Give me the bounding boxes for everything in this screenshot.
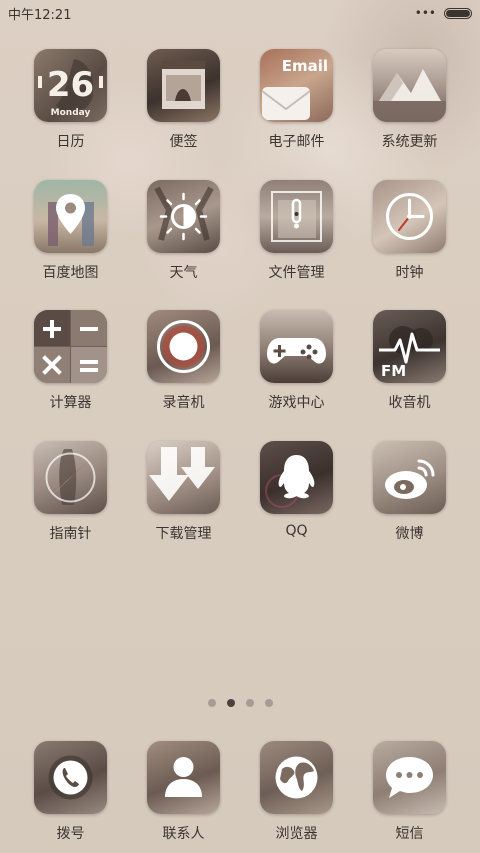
app-label: 指南针 xyxy=(49,526,92,542)
app-notes[interactable]: 便签 xyxy=(127,49,240,151)
radio-text: FM xyxy=(381,362,406,380)
qq-penguin-icon xyxy=(260,441,333,514)
app-label: QQ xyxy=(285,523,308,539)
calculator-icon xyxy=(34,310,107,383)
app-calculator[interactable]: 计算器 xyxy=(14,310,127,412)
app-label: 拨号 xyxy=(56,826,85,842)
app-label: 日历 xyxy=(56,134,85,150)
phone-icon xyxy=(34,741,107,814)
app-weather[interactable]: 天气 xyxy=(127,180,240,282)
status-time: 中午12:21 xyxy=(8,7,72,23)
record-icon xyxy=(147,310,220,383)
file-icon xyxy=(260,180,333,253)
dock-phone[interactable]: 拨号 xyxy=(14,741,127,843)
battery-icon xyxy=(444,7,472,19)
page-dot[interactable] xyxy=(226,699,235,707)
calendar-icon: 26 Monday xyxy=(34,49,107,122)
app-compass[interactable]: 指南针 xyxy=(14,441,127,543)
app-label: 短信 xyxy=(395,826,424,842)
dock-contacts[interactable]: 联系人 xyxy=(127,741,240,843)
app-label: 下载管理 xyxy=(155,526,212,542)
clock-icon xyxy=(373,180,446,253)
update-icon xyxy=(373,49,446,122)
app-email[interactable]: Email 电子邮件 xyxy=(240,49,353,151)
app-download-manager[interactable]: 下载管理 xyxy=(127,441,240,543)
page-indicator xyxy=(0,699,480,709)
email-icon: Email xyxy=(260,49,333,122)
app-calendar[interactable]: 26 Monday 日历 xyxy=(14,49,127,151)
app-label: 百度地图 xyxy=(42,265,99,281)
app-file-manager[interactable]: 文件管理 xyxy=(240,180,353,282)
gamepad-icon xyxy=(260,310,333,383)
calendar-weekday: Monday xyxy=(51,108,91,118)
contact-icon xyxy=(147,741,220,814)
compass-icon xyxy=(34,441,107,514)
page-dot[interactable] xyxy=(245,699,254,707)
app-clock[interactable]: 时钟 xyxy=(353,180,466,282)
app-label: 系统更新 xyxy=(381,134,438,150)
app-qq[interactable]: QQ xyxy=(240,441,353,539)
app-label: 联系人 xyxy=(162,826,205,842)
page-dot[interactable] xyxy=(264,699,273,707)
app-system-update[interactable]: 系统更新 xyxy=(353,49,466,151)
app-label: 游戏中心 xyxy=(268,395,325,411)
app-label: 收音机 xyxy=(388,395,431,411)
download-icon xyxy=(147,441,220,514)
calendar-day: 26 xyxy=(47,65,94,105)
app-label: 便签 xyxy=(169,134,198,150)
app-label: 计算器 xyxy=(49,395,92,411)
status-bar: 中午12:21 ••• xyxy=(0,0,480,26)
notes-icon xyxy=(147,49,220,122)
app-radio[interactable]: FM 收音机 xyxy=(353,310,466,412)
app-label: 天气 xyxy=(169,265,198,281)
sun-icon xyxy=(147,180,220,253)
radio-icon: FM xyxy=(373,310,446,383)
app-label: 微博 xyxy=(395,526,424,542)
page-dot[interactable] xyxy=(207,699,216,707)
app-label: 时钟 xyxy=(395,265,424,281)
app-game-center[interactable]: 游戏中心 xyxy=(240,310,353,412)
dock-browser[interactable]: 浏览器 xyxy=(240,741,353,843)
email-text: Email xyxy=(282,57,328,75)
weibo-icon xyxy=(373,441,446,514)
map-pin-icon xyxy=(34,180,107,253)
globe-icon xyxy=(260,741,333,814)
app-weibo[interactable]: 微博 xyxy=(353,441,466,543)
app-label: 电子邮件 xyxy=(268,134,325,150)
app-label: 浏览器 xyxy=(275,826,318,842)
app-label: 录音机 xyxy=(162,395,205,411)
status-indicators: ••• xyxy=(415,6,472,20)
more-icon: ••• xyxy=(414,6,436,20)
app-label: 文件管理 xyxy=(268,265,325,281)
dock-messages[interactable]: 短信 xyxy=(353,741,466,843)
message-icon xyxy=(373,741,446,814)
app-recorder[interactable]: 录音机 xyxy=(127,310,240,412)
app-baidu-map[interactable]: 百度地图 xyxy=(14,180,127,282)
